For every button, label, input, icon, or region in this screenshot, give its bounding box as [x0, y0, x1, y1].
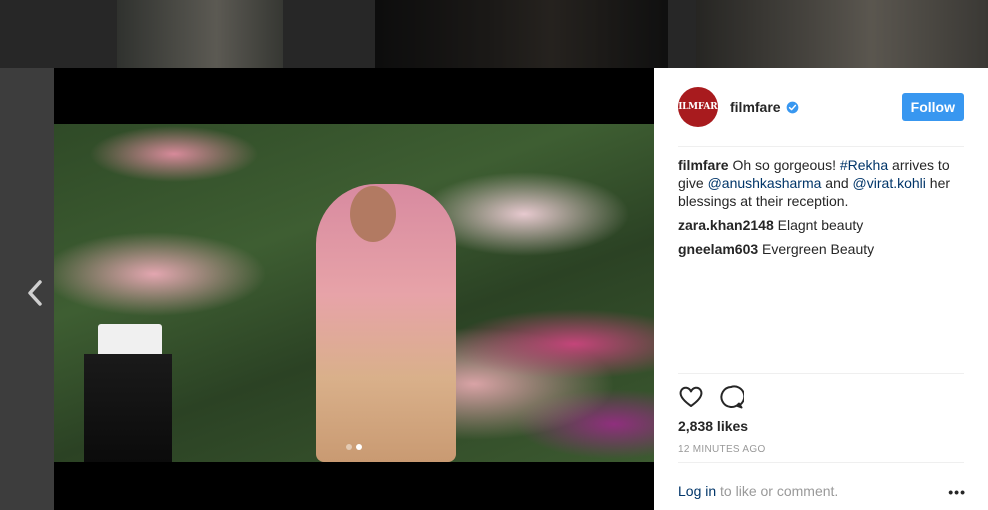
- comment-item: gneelam603 Evergreen Beauty: [678, 240, 964, 258]
- post-side-panel: FILMFARE filmfare Follow filmfare Oh so …: [654, 68, 988, 510]
- verified-badge-icon: [786, 101, 798, 113]
- caption-text: and: [821, 175, 853, 191]
- post-actions: [678, 384, 744, 410]
- post-photo[interactable]: [54, 124, 654, 462]
- comment-text: Elagnt beauty: [773, 217, 864, 233]
- hashtag-link[interactable]: #Rekha: [840, 157, 888, 173]
- previous-post-button[interactable]: [22, 278, 48, 308]
- comment-username[interactable]: gneelam603: [678, 241, 758, 257]
- more-options-button[interactable]: •••: [948, 484, 966, 500]
- carousel-indicator: [54, 444, 654, 450]
- modal-overlay: [0, 0, 988, 68]
- author-username[interactable]: filmfare: [730, 99, 781, 115]
- comment-username[interactable]: zara.khan2148: [678, 217, 774, 233]
- post-modal: FILMFARE filmfare Follow filmfare Oh so …: [54, 68, 988, 510]
- post-header: FILMFARE filmfare Follow: [672, 68, 964, 147]
- avatar-logo-text: FILMFARE: [672, 102, 724, 112]
- login-prompt-text: to like or comment.: [716, 483, 839, 499]
- carousel-dot: [346, 444, 352, 450]
- comment-text: Evergreen Beauty: [758, 241, 875, 257]
- divider: [678, 462, 964, 463]
- chevron-left-icon: [28, 280, 42, 306]
- comment-item: zara.khan2148 Elagnt beauty: [678, 216, 964, 234]
- heart-icon[interactable]: [678, 384, 704, 410]
- post-media: [54, 68, 654, 510]
- divider: [678, 373, 964, 374]
- post-timestamp[interactable]: 12 MINUTES AGO: [678, 444, 766, 455]
- carousel-dot-active: [356, 444, 362, 450]
- caption-text: Oh so gorgeous!: [728, 157, 840, 173]
- mention-link[interactable]: @virat.kohli: [853, 175, 926, 191]
- photo-subject-head: [350, 186, 396, 242]
- comments-section: filmfare Oh so gorgeous! #Rekha arrives …: [678, 156, 964, 264]
- avatar[interactable]: FILMFARE: [672, 87, 724, 127]
- follow-button[interactable]: Follow: [901, 93, 964, 121]
- mention-link[interactable]: @anushkasharma: [708, 175, 822, 191]
- comment-icon[interactable]: [718, 384, 744, 410]
- post-caption: filmfare Oh so gorgeous! #Rekha arrives …: [678, 156, 964, 210]
- likes-count[interactable]: 2,838 likes: [678, 418, 748, 434]
- login-prompt: Log in to like or comment.: [678, 483, 838, 499]
- caption-username[interactable]: filmfare: [678, 157, 729, 173]
- login-link[interactable]: Log in: [678, 483, 716, 499]
